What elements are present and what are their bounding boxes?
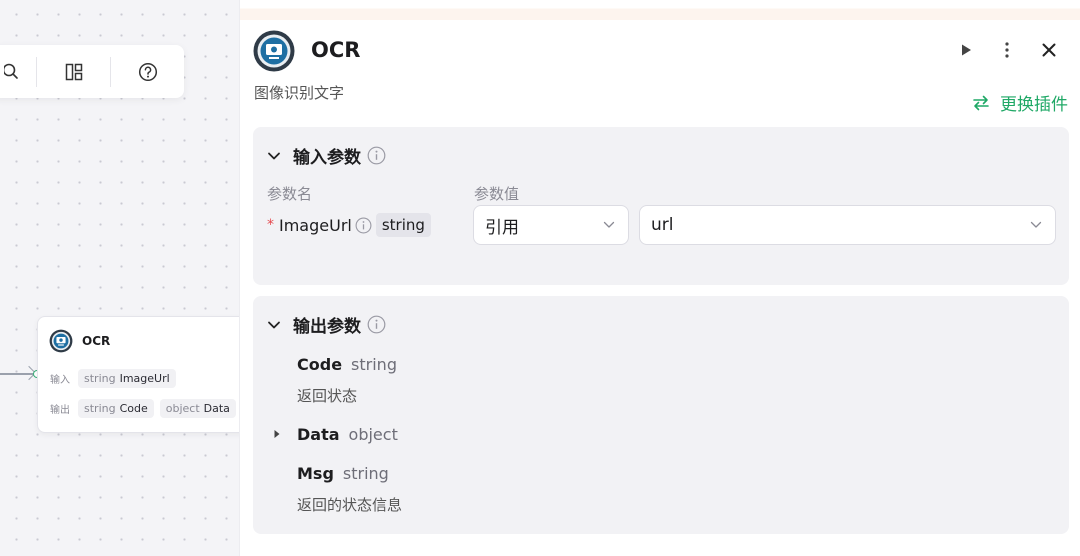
output-item-data[interactable]: Data object [297,425,398,444]
param-value-column-label: 参数值 [474,185,520,203]
param-value-select[interactable]: url [639,205,1056,245]
run-icon [962,44,971,56]
more-icon [1005,42,1009,58]
node-input-chip: string ImageUrl [78,369,176,388]
chevron-down-icon [268,321,280,328]
output-section-header[interactable]: 输出参数 [267,312,386,337]
node-input-row: 输入 string ImageUrl [50,369,182,388]
zoom-icon [4,63,18,79]
output-type: string [342,464,389,483]
replace-plugin-label: 更换插件 [1000,95,1068,115]
help-button[interactable] [111,45,184,98]
output-section-title: 输出参数 [293,317,361,337]
zoom-button[interactable] [0,45,36,98]
node-config-panel: OCR 图像识别文字 更换插件 输入参数 参数名 参数值 * ImageUrl … [239,0,1080,556]
chip-name: Data [203,402,230,415]
chevron-down-icon [268,152,280,159]
replace-plugin-button[interactable]: 更换插件 [972,90,1068,115]
layout-button[interactable] [37,45,110,98]
ref-mode-select[interactable]: 引用 [473,205,629,245]
workflow-canvas[interactable]: OCR 输入 string ImageUrl 输出 string Code obje… [0,0,257,556]
node-output-label: 输出 [50,405,70,416]
output-item-code: Code string [297,355,397,374]
output-description: 返回状态 [297,387,358,405]
node-output-chip: object Data [159,399,236,418]
run-button[interactable] [954,38,978,62]
required-mark: * [267,217,274,233]
node-output-chip: string Code [78,399,154,418]
layout-icon [65,63,82,80]
node-input-label: 输入 [50,375,70,386]
node-output-row: 输出 string Code object Data [50,399,242,418]
param-value: url [651,215,674,235]
chevron-down-icon [1030,221,1042,228]
node-header: OCR [49,329,110,353]
chip-type: object [165,402,200,415]
ref-mode-value: 引用 [485,217,519,238]
node-title: OCR [82,334,111,348]
panel-top-band [240,0,1080,20]
output-type: string [351,355,397,374]
info-icon[interactable] [367,315,386,334]
chip-name: ImageUrl [119,372,170,385]
caret-right-icon[interactable] [273,429,281,439]
param-name: ImageUrl [279,215,352,235]
input-params-section: 输入参数 参数名 参数值 * ImageUrl string 引用 url [253,127,1069,285]
panel-title: OCR [311,38,361,62]
param-row-imageurl: * ImageUrl string [267,213,431,237]
swap-icon [973,95,989,110]
input-section-title: 输入参数 [293,148,361,168]
param-name-column-label: 参数名 [267,185,313,203]
output-description: 返回的状态信息 [297,496,403,514]
more-button[interactable] [995,38,1019,62]
ocr-plugin-icon [49,329,73,353]
ocr-node[interactable]: OCR 输入 string ImageUrl 输出 string Code obje… [37,316,257,433]
chip-name: Code [119,402,148,415]
help-icon [138,62,157,81]
canvas-toolbar [0,45,184,98]
close-icon [1042,43,1056,57]
ocr-plugin-icon [253,30,295,72]
output-name: Code [297,355,343,374]
info-icon[interactable] [355,217,372,234]
output-params-section: 输出参数 Code string 返回状态 Data object Msg st… [253,296,1069,534]
chip-type: string [84,372,116,385]
panel-description[interactable]: 图像识别文字 [254,82,344,103]
param-type-chip: string [375,213,431,237]
chevron-down-icon [603,221,615,228]
info-icon[interactable] [367,146,386,165]
output-type: object [348,425,398,444]
close-button[interactable] [1037,38,1061,62]
chip-type: string [84,402,116,415]
output-name: Msg [297,464,334,483]
output-item-msg: Msg string [297,464,389,483]
output-name: Data [297,425,340,444]
input-section-header[interactable]: 输入参数 [267,143,386,168]
